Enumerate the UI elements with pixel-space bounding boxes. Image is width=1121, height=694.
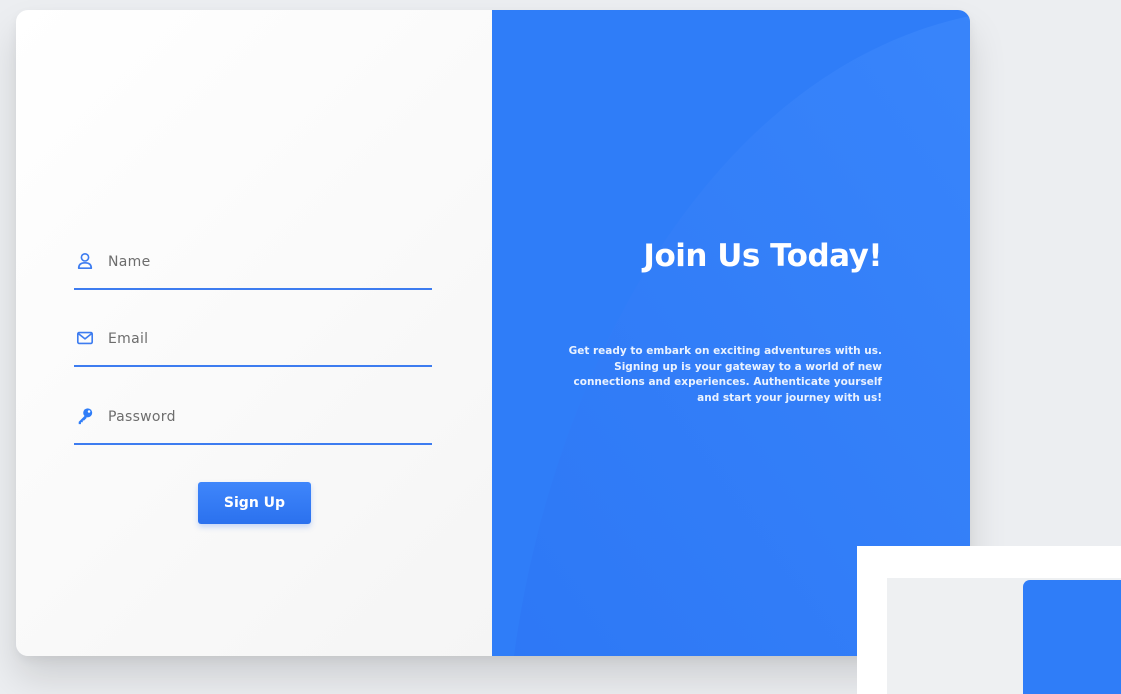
password-input[interactable] (108, 403, 408, 431)
sign-up-button[interactable]: Sign Up (198, 482, 311, 524)
email-input[interactable] (108, 325, 408, 353)
hero-description: Get ready to embark on exciting adventur… (568, 345, 882, 404)
envelope-icon (76, 331, 94, 345)
email-field[interactable] (74, 323, 432, 367)
name-input[interactable] (108, 248, 408, 276)
signup-form-panel: Sign Up (16, 10, 492, 656)
signup-card: Sign Up Join Us Today! Get ready to emba… (16, 10, 970, 656)
name-field[interactable] (74, 246, 432, 290)
password-field[interactable] (74, 401, 432, 445)
background-preview-card (857, 546, 1121, 694)
key-icon (78, 408, 93, 425)
background-preview-blue-panel (1023, 580, 1121, 694)
hero-title: Join Us Today! (643, 238, 882, 274)
user-icon (77, 252, 93, 270)
